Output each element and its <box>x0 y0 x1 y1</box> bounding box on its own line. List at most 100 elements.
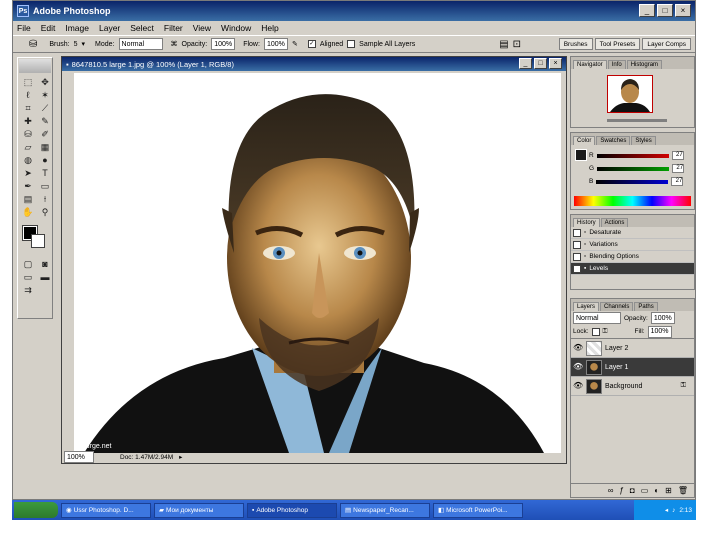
zoom-field[interactable]: 100% <box>64 451 94 463</box>
layer-fill-field[interactable]: 100% <box>647 325 672 338</box>
lasso-tool-icon[interactable]: ℓ <box>20 89 36 101</box>
magic-wand-tool-icon[interactable]: ✶ <box>37 89 53 101</box>
well-tab-tool-presets[interactable]: Tool Presets <box>594 38 641 50</box>
menu-filter[interactable]: Filter <box>164 23 183 33</box>
background-color[interactable] <box>31 234 45 248</box>
blend-mode-select[interactable]: Normal <box>573 312 621 324</box>
screen-mode-full-icon[interactable]: ▬ <box>37 271 53 283</box>
menu-select[interactable]: Select <box>130 23 154 33</box>
document-icon[interactable]: ▤ <box>499 39 508 50</box>
history-item[interactable]: ▫ Variations <box>571 239 694 251</box>
taskbar-item[interactable]: ▰ Мои документы <box>154 502 244 518</box>
file-browser-icon[interactable]: ⊡ <box>513 39 521 50</box>
color-spectrum-bar[interactable] <box>574 196 691 206</box>
tab-layers[interactable]: Layers <box>573 302 600 311</box>
path-selection-tool-icon[interactable]: ➤ <box>20 167 36 179</box>
clock[interactable]: 2:13 <box>679 507 692 514</box>
tab-histogram[interactable]: Histogram <box>626 60 663 69</box>
new-layer-icon[interactable]: ⊞ <box>665 486 672 495</box>
hand-tool-icon[interactable]: ✋ <box>20 206 36 218</box>
red-value[interactable]: 27 <box>671 151 684 160</box>
layer-row[interactable]: 👁 Layer 2 <box>571 339 694 358</box>
taskbar-item-active[interactable]: ▪ Adobe Photoshop <box>247 502 337 518</box>
sample-all-checkbox[interactable] <box>347 40 356 48</box>
menu-edit[interactable]: Edit <box>41 23 56 33</box>
doc-info[interactable]: Doc: 1.47M/2.94M <box>120 454 173 461</box>
menu-image[interactable]: Image <box>65 23 89 33</box>
pen-tool-icon[interactable]: ✒ <box>20 180 36 192</box>
clone-stamp-tool-icon[interactable]: ⛁ <box>20 128 36 140</box>
title-bar[interactable]: Ps Adobe Photoshop _ □ × <box>13 1 695 21</box>
type-tool-icon[interactable]: T <box>37 167 53 179</box>
trash-icon[interactable]: 🗑 <box>678 486 688 495</box>
tab-history[interactable]: History <box>573 218 600 227</box>
move-tool-icon[interactable]: ✥ <box>37 76 53 88</box>
document-title-bar[interactable]: ▪ 8647810.5 large 1.jpg @ 100% (Layer 1,… <box>62 57 566 71</box>
menu-layer[interactable]: Layer <box>99 23 120 33</box>
eyedropper-tool-icon[interactable]: ⟊ <box>37 193 53 205</box>
history-brush-tool-icon[interactable]: ✐ <box>37 128 53 140</box>
color-fg-swatch[interactable] <box>575 149 587 161</box>
tab-paths[interactable]: Paths <box>634 302 658 311</box>
tab-color[interactable]: Color <box>573 136 596 145</box>
chevron-down-icon[interactable]: ▾ <box>82 40 86 48</box>
history-item[interactable]: ▫ Blending Options <box>571 251 694 263</box>
quick-mask-mode-icon[interactable]: ◙ <box>37 258 53 270</box>
doc-close-button[interactable]: × <box>549 58 562 69</box>
toolbox-grip[interactable] <box>19 59 51 73</box>
menu-file[interactable]: File <box>17 23 31 33</box>
dodge-tool-icon[interactable]: ● <box>37 154 53 166</box>
doc-minimize-button[interactable]: _ <box>519 58 532 69</box>
layer-row-selected[interactable]: 👁 Layer 1 <box>571 358 694 377</box>
tab-info[interactable]: Info <box>607 60 626 69</box>
well-tab-layer-comps[interactable]: Layer Comps <box>642 38 691 50</box>
green-value[interactable]: 27 <box>672 164 685 173</box>
mode-select[interactable]: Normal <box>118 38 163 50</box>
menu-window[interactable]: Window <box>221 23 251 33</box>
taskbar-item[interactable]: ◧ Microsoft PowerPoi... <box>433 502 523 518</box>
history-item[interactable]: ▫ Desaturate <box>571 227 694 239</box>
airbrush-toggle-icon[interactable]: ✎ <box>292 40 298 48</box>
lock-icon[interactable]: ⚿ <box>603 328 608 336</box>
image-canvas[interactable]: hourge.net <box>74 73 561 453</box>
jump-to-imageready-icon[interactable]: ⇉ <box>20 284 36 296</box>
brush-size[interactable]: 5 <box>74 41 78 48</box>
layer-opacity-field[interactable]: 100% <box>650 312 675 324</box>
taskbar-item[interactable]: ◉ Ussr Photoshop. D... <box>61 502 151 518</box>
standard-mode-icon[interactable]: ▢ <box>20 258 36 270</box>
tab-channels[interactable]: Channels <box>600 302 634 311</box>
shape-tool-icon[interactable]: ▭ <box>37 180 53 192</box>
notes-tool-icon[interactable]: ▤ <box>20 193 36 205</box>
tab-styles[interactable]: Styles <box>631 136 656 145</box>
eraser-tool-icon[interactable]: ▱ <box>20 141 36 153</box>
eye-icon[interactable]: 👁 <box>573 381 583 391</box>
clone-stamp-icon[interactable]: ⛁ <box>29 39 37 50</box>
tab-navigator[interactable]: Navigator <box>573 60 607 69</box>
blue-slider[interactable] <box>596 179 669 184</box>
tab-swatches[interactable]: Swatches <box>596 136 631 145</box>
start-button[interactable] <box>14 502 58 518</box>
opacity-field[interactable]: 100% <box>211 38 236 50</box>
menu-view[interactable]: View <box>193 23 211 33</box>
airbrush-icon[interactable]: ⌘ <box>171 40 178 48</box>
maximize-button[interactable]: □ <box>657 4 673 17</box>
navigator-thumbnail[interactable] <box>607 75 653 113</box>
layer-set-icon[interactable]: ▭ <box>641 486 649 495</box>
screen-mode-standard-icon[interactable]: ▭ <box>20 271 36 283</box>
gradient-tool-icon[interactable]: ▦ <box>37 141 53 153</box>
minimize-button[interactable]: _ <box>639 4 655 17</box>
chevron-right-icon[interactable]: ▸ <box>179 453 182 461</box>
history-item-selected[interactable]: ▪ Levels <box>571 263 694 275</box>
taskbar-item[interactable]: ▤ Newspaper_Recaп... <box>340 502 430 518</box>
volume-icon[interactable]: ♪ <box>672 507 675 514</box>
healing-brush-tool-icon[interactable]: ✚ <box>20 115 36 127</box>
slice-tool-icon[interactable]: ⟋ <box>37 102 53 114</box>
tab-actions[interactable]: Actions <box>600 218 629 227</box>
link-icon[interactable]: ∞ <box>608 486 614 495</box>
close-button[interactable]: × <box>675 4 691 17</box>
doc-maximize-button[interactable]: □ <box>534 58 547 69</box>
lock-transparency-checkbox[interactable] <box>591 327 600 336</box>
brush-tool-icon[interactable]: ✎ <box>37 115 53 127</box>
green-slider[interactable] <box>597 166 670 171</box>
eye-icon[interactable]: 👁 <box>573 343 583 353</box>
